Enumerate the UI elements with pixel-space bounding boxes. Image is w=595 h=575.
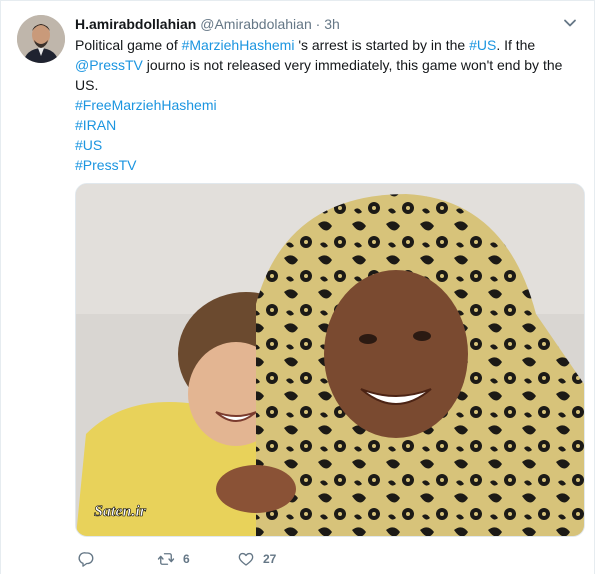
text-segment: US. — [75, 77, 99, 93]
hashtag-link[interactable]: #PressTV — [75, 155, 575, 175]
reply-button[interactable] — [77, 549, 103, 569]
text-segment: . If the — [496, 37, 536, 53]
text-segment: Political game of — [75, 37, 182, 53]
tweet-text-line: US. — [75, 75, 575, 95]
author-handle[interactable]: @Amirabdolahian — [200, 16, 312, 32]
separator: · — [315, 16, 321, 32]
tweet-photo[interactable]: Saten.ir — [75, 183, 585, 537]
retweet-count: 6 — [183, 552, 190, 566]
heart-icon — [238, 552, 254, 566]
chevron-down-icon[interactable] — [562, 15, 578, 31]
retweet-button[interactable]: 6 — [157, 549, 190, 569]
text-segment: 's arrest is started by in the — [294, 37, 470, 53]
hashtag-link[interactable]: #US — [469, 37, 496, 53]
photo-watermark: Saten.ir — [94, 503, 147, 520]
author-name[interactable]: H.amirabdollahian — [75, 16, 196, 32]
reply-icon — [78, 552, 94, 567]
retweet-icon — [157, 553, 175, 565]
tweet-text-line: @PressTV journo is not released very imm… — [75, 55, 575, 75]
tweet-card[interactable]: H.amirabdollahian @Amirabdolahian · 3h P… — [0, 0, 595, 574]
tweet-text-line: Political game of #MarziehHashemi 's arr… — [75, 35, 575, 55]
avatar[interactable] — [17, 15, 65, 63]
avatar-image — [17, 15, 65, 63]
tweet-text: Political game of #MarziehHashemi 's arr… — [75, 35, 575, 175]
tweet-actions: 6 27 — [75, 549, 575, 569]
photo-image: Saten.ir — [76, 184, 584, 536]
hashtag-link[interactable]: #US — [75, 135, 575, 155]
text-segment: journo is not released very immediately,… — [142, 57, 563, 73]
hashtag-link[interactable]: #MarziehHashemi — [182, 37, 295, 53]
mention-link[interactable]: @PressTV — [75, 57, 143, 73]
timestamp[interactable]: 3h — [324, 16, 340, 32]
like-count: 27 — [263, 552, 277, 566]
tweet-header: H.amirabdollahian @Amirabdolahian · 3h — [75, 15, 545, 33]
hashtag-link[interactable]: #IRAN — [75, 115, 575, 135]
hashtag-link[interactable]: #FreeMarziehHashemi — [75, 95, 575, 115]
like-button[interactable]: 27 — [237, 549, 276, 569]
